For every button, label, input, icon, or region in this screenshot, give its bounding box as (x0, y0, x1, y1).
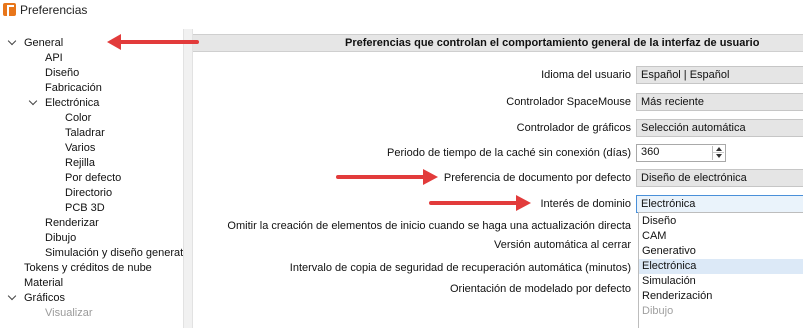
chevron-down-icon[interactable] (29, 98, 37, 106)
domain-interest-dropdown[interactable]: Diseño CAM Generativo Electrónica Simula… (638, 212, 803, 328)
dropdown-option-renderizacion[interactable]: Renderización (639, 289, 803, 304)
stepper-down-icon[interactable] (713, 153, 724, 160)
tree-item-por-defecto[interactable]: Por defecto (65, 171, 121, 186)
user-language-label: Idioma del usuario (541, 69, 631, 81)
modeling-orientation-label: Orientación de modelado por defecto (449, 283, 631, 295)
tree-item-renderizar[interactable]: Renderizar (45, 216, 99, 231)
offline-cache-label: Periodo de tiempo de la caché sin conexi… (387, 147, 631, 159)
tree-item-tokens[interactable]: Tokens y créditos de nube (24, 261, 152, 276)
tree-item-graficos[interactable]: Gráficos (24, 291, 65, 306)
tree-item-taladrar[interactable]: Taladrar (65, 126, 105, 141)
tree-item-electronica[interactable]: Electrónica (45, 96, 99, 111)
graphics-driver-select[interactable]: Selección automática (636, 119, 803, 137)
default-document-select[interactable]: Diseño de electrónica (636, 169, 803, 187)
tree-item-rejilla[interactable]: Rejilla (65, 156, 95, 171)
spacemouse-select[interactable]: Más reciente (636, 93, 803, 111)
default-document-label: Preferencia de documento por defecto (443, 172, 631, 184)
offline-cache-value: 360 (641, 146, 660, 158)
tree-item-dibujo[interactable]: Dibujo (45, 231, 76, 246)
settings-panel: Preferencias que controlan el comportami… (193, 29, 803, 328)
chevron-down-icon[interactable] (8, 293, 16, 301)
user-language-select[interactable]: Español | Español (636, 66, 803, 84)
window-title: Preferencias (20, 3, 88, 17)
tree-item-varios[interactable]: Varios (65, 141, 95, 156)
stepper-up-icon[interactable] (713, 146, 724, 153)
pane-splitter[interactable] (183, 29, 193, 328)
auto-version-label: Versión automática al cerrar (494, 239, 631, 251)
dropdown-option-electronica[interactable]: Electrónica (639, 259, 803, 274)
tree-item-visualizar[interactable]: Visualizar (45, 306, 93, 321)
tree-item-material[interactable]: Material (24, 276, 63, 291)
app-logo-icon (3, 3, 16, 16)
tree-item-color[interactable]: Color (65, 111, 91, 126)
domain-interest-label: Interés de dominio (540, 198, 632, 210)
dropdown-option-dibujo[interactable]: Dibujo (639, 304, 803, 319)
tree-item-fabricacion[interactable]: Fabricación (45, 81, 102, 96)
domain-interest-select[interactable]: Electrónica (636, 195, 803, 213)
tree-item-directorio[interactable]: Directorio (65, 186, 112, 201)
stepper-buttons[interactable] (712, 146, 724, 160)
tree-item-api[interactable]: API (45, 51, 63, 66)
spacemouse-label: Controlador SpaceMouse (506, 96, 631, 108)
dropdown-option-simulacion[interactable]: Simulación (639, 274, 803, 289)
backup-interval-label: Intervalo de copia de seguridad de recup… (289, 262, 631, 274)
tree-item-general[interactable]: General (24, 36, 63, 51)
tree-item-simulacion[interactable]: Simulación y diseño generativo (45, 246, 183, 261)
preferences-tree[interactable]: General API Diseño Fabricación Electróni… (0, 29, 183, 328)
graphics-driver-label: Controlador de gráficos (516, 122, 631, 134)
dropdown-option-cam[interactable]: CAM (639, 229, 803, 244)
offline-cache-stepper[interactable]: 360 (636, 144, 726, 162)
tree-item-pcb-3d[interactable]: PCB 3D (65, 201, 105, 216)
dropdown-option-generativo[interactable]: Generativo (639, 244, 803, 259)
chevron-down-icon[interactable] (8, 38, 16, 46)
title-bar: Preferencias (0, 0, 803, 20)
tree-item-diseno[interactable]: Diseño (45, 66, 79, 81)
dropdown-option-diseno[interactable]: Diseño (639, 214, 803, 229)
section-header: Preferencias que controlan el comportami… (193, 34, 803, 52)
skip-start-elements-label: Omitir la creación de elementos de inici… (227, 220, 631, 232)
preferences-content: General API Diseño Fabricación Electróni… (0, 29, 803, 328)
